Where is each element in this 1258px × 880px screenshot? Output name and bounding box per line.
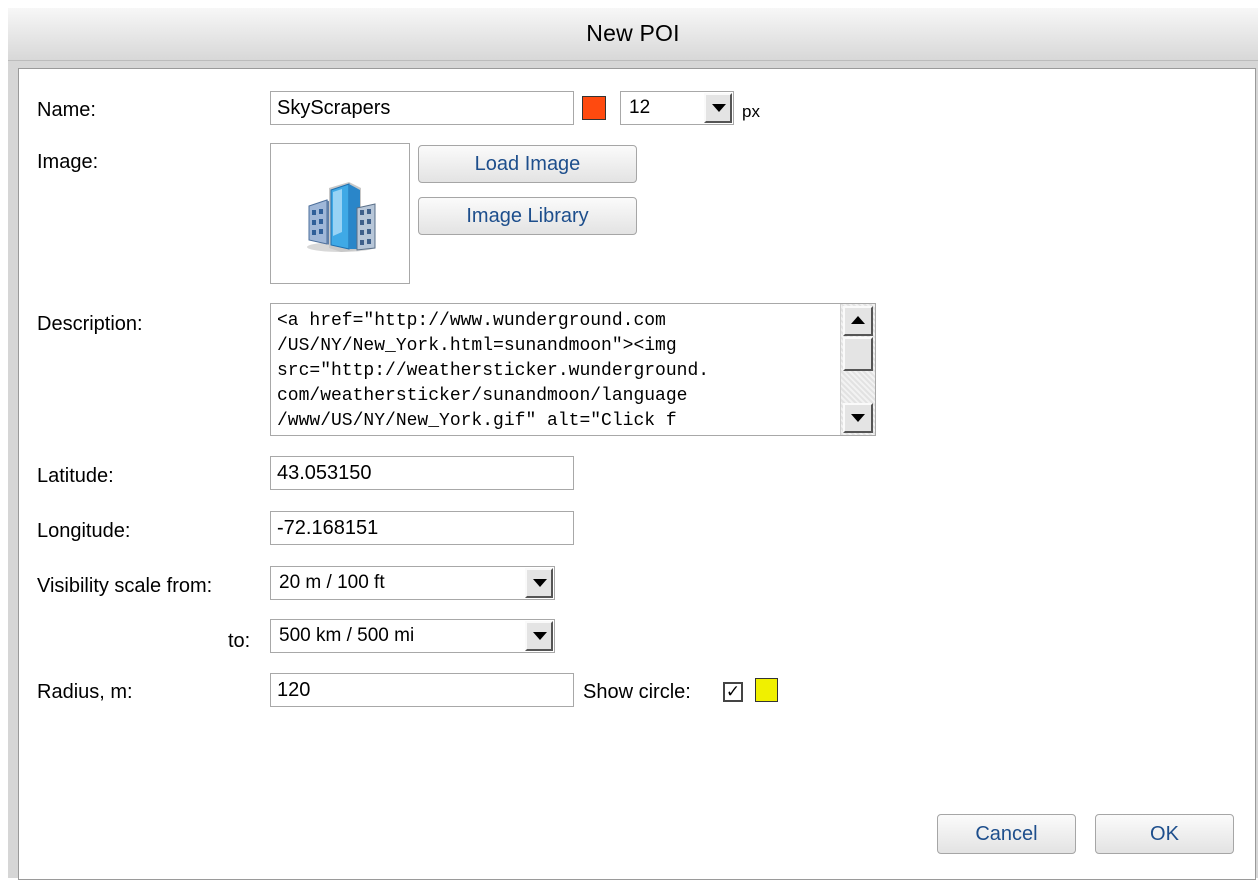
description-line: src="http://weathersticker.wunderground. (277, 361, 710, 381)
cancel-button[interactable]: Cancel (937, 814, 1076, 854)
visibility-to-select[interactable]: 500 km / 500 mi (270, 619, 555, 653)
longitude-label: Longitude: (37, 520, 131, 542)
name-label: Name: (37, 99, 96, 121)
description-line: /US/NY/New_York.html=sunandmoon"><img (277, 336, 677, 356)
visibility-from-select[interactable]: 20 m / 100 ft (270, 566, 555, 600)
chevron-down-icon[interactable] (525, 568, 553, 598)
visibility-to-value: 500 km / 500 mi (279, 625, 415, 646)
description-text: <a href="http://www.wunderground.com/US/… (277, 309, 837, 434)
latitude-input[interactable]: 43.053150 (270, 456, 574, 490)
skyscrapers-icon (307, 182, 376, 252)
circle-color-swatch[interactable] (755, 678, 778, 702)
longitude-input[interactable]: -72.168151 (270, 511, 574, 545)
visibility-to-label: to: (228, 630, 251, 652)
chevron-down-icon[interactable] (704, 93, 732, 123)
name-input[interactable]: SkyScrapers (270, 91, 574, 125)
description-scrollbar[interactable] (840, 304, 875, 435)
radius-input[interactable]: 120 (270, 673, 574, 707)
image-library-button[interactable]: Image Library (418, 197, 637, 235)
image-preview (270, 143, 410, 284)
description-line: com/weathersticker/sunandmoon/language (277, 386, 688, 406)
latitude-label: Latitude: (37, 465, 114, 487)
description-textarea[interactable]: <a href="http://www.wunderground.com/US/… (270, 303, 876, 436)
description-line: <a href="http://www.wunderground.com (277, 311, 666, 331)
scroll-down-arrow-icon[interactable] (843, 403, 873, 433)
font-size-select[interactable]: 12 (620, 91, 734, 125)
chevron-down-icon[interactable] (525, 621, 553, 651)
font-size-unit: px (742, 102, 760, 121)
ok-button[interactable]: OK (1095, 814, 1234, 854)
scroll-up-arrow-icon[interactable] (843, 306, 873, 336)
visibility-from-value: 20 m / 100 ft (279, 572, 385, 593)
name-color-swatch[interactable] (582, 96, 606, 120)
description-line: /www/US/NY/New_York.gif" alt="Click f (277, 411, 677, 431)
scroll-thumb[interactable] (843, 337, 873, 371)
description-label: Description: (37, 313, 143, 335)
font-size-value: 12 (629, 97, 651, 118)
show-circle-label: Show circle: (583, 681, 691, 703)
load-image-button[interactable]: Load Image (418, 145, 637, 183)
image-label: Image: (37, 151, 99, 173)
dialog-title: New POI (586, 20, 680, 46)
dialog-titlebar: New POI (8, 8, 1258, 61)
radius-label: Radius, m: (37, 681, 133, 703)
visibility-from-label: Visibility scale from: (37, 575, 213, 597)
new-poi-dialog: New POI Name: SkyScrapers 12 px Image: L… (8, 8, 1258, 880)
show-circle-checkbox[interactable]: ✓ (723, 682, 743, 702)
dialog-body: Name: SkyScrapers 12 px Image: Load Imag… (18, 68, 1256, 880)
